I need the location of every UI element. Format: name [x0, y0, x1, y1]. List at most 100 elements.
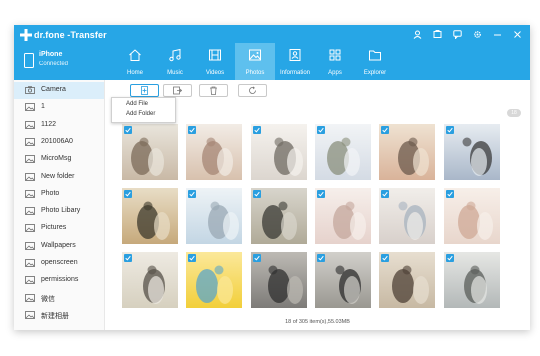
camera-icon: [25, 86, 35, 94]
tab-photos[interactable]: Photos: [235, 43, 275, 80]
folder-icon: [25, 224, 35, 233]
sidebar-item[interactable]: Pictures: [14, 220, 104, 237]
checkbox-checked-icon[interactable]: [252, 126, 261, 134]
sidebar-item-label: 201006A0: [41, 137, 73, 145]
checkbox-checked-icon[interactable]: [381, 190, 390, 198]
export-icon: [173, 86, 182, 95]
photo-thumbnail[interactable]: [379, 188, 436, 244]
photo-thumbnail[interactable]: [250, 124, 307, 180]
sidebar-item-label: Camera: [41, 86, 66, 93]
tab-home[interactable]: Home: [115, 43, 155, 80]
checkbox-checked-icon[interactable]: [188, 254, 197, 262]
tab-information[interactable]: Information: [275, 43, 315, 80]
refresh-button[interactable]: [238, 84, 267, 97]
sidebar-item[interactable]: 1: [14, 99, 104, 116]
checkbox-checked-icon[interactable]: [124, 190, 132, 198]
photo-thumbnail[interactable]: [379, 252, 436, 308]
photo-thumbnail[interactable]: [122, 252, 178, 308]
folder-icon: [25, 103, 35, 112]
sidebar-item[interactable]: New folder: [14, 169, 104, 186]
sidebar-item[interactable]: Photo Libary: [14, 203, 104, 220]
feedback-icon[interactable]: [453, 30, 462, 40]
sidebar-item[interactable]: MicroMsg: [14, 151, 104, 168]
photo-thumbnail[interactable]: [186, 252, 243, 308]
sidebar-item[interactable]: 1122: [14, 117, 104, 134]
photo-content: Add File Add Folder 18 18 of 305 item(s)…: [105, 80, 530, 330]
tab-videos[interactable]: Videos: [195, 43, 235, 80]
device-panel[interactable]: iPhone Connected: [14, 43, 104, 80]
delete-button[interactable]: [199, 84, 228, 97]
tab-music[interactable]: Music: [155, 43, 195, 80]
checkbox-checked-icon[interactable]: [445, 254, 454, 262]
photo-thumbnail[interactable]: [379, 124, 436, 180]
sidebar-item[interactable]: Wallpapers: [14, 238, 104, 255]
checkbox-checked-icon[interactable]: [124, 254, 132, 262]
add-folder-menu-item[interactable]: Add Folder: [126, 111, 155, 117]
add-icon: [141, 86, 148, 95]
folder-icon: [25, 310, 35, 319]
sidebar-item[interactable]: permissions: [14, 272, 104, 289]
add-file-menu-item[interactable]: Add File: [126, 101, 148, 107]
refresh-icon: [249, 86, 256, 94]
album-sidebar: Camera 1 1122 201006A0 MicroMsg New folder Pho…: [14, 80, 105, 330]
apps-icon: [329, 49, 341, 61]
videos-icon: [209, 49, 221, 61]
checkbox-checked-icon[interactable]: [188, 190, 197, 198]
cart-icon[interactable]: [433, 30, 442, 39]
photo-thumbnail[interactable]: [443, 188, 500, 244]
photo-thumbnail[interactable]: [122, 124, 178, 180]
photo-thumbnail[interactable]: [250, 188, 307, 244]
user-icon[interactable]: [413, 30, 422, 39]
sidebar-item-label: Photo: [41, 189, 60, 197]
photo-thumbnail[interactable]: [186, 188, 243, 244]
tab-label: Information: [279, 70, 310, 76]
top-bar: dr.fone -Transfer iPhone Connected Home …: [14, 25, 530, 80]
sidebar-item-label: Pictures: [41, 224, 67, 232]
checkbox-checked-icon[interactable]: [445, 190, 454, 198]
information-icon: [289, 49, 301, 61]
photo-thumbnail[interactable]: [443, 252, 500, 308]
tab-explorer[interactable]: Explorer: [355, 43, 395, 80]
sidebar-item-label: MicroMsg: [41, 155, 72, 163]
checkbox-checked-icon[interactable]: [188, 126, 197, 134]
sidebar-item[interactable]: Photo: [14, 186, 104, 203]
checkbox-checked-icon[interactable]: [252, 190, 261, 198]
photo-thumbnail[interactable]: [122, 188, 178, 244]
tab-label: Photos: [245, 70, 265, 76]
minimize-icon[interactable]: [493, 30, 502, 39]
sidebar-item[interactable]: Camera: [14, 82, 104, 99]
checkbox-checked-icon[interactable]: [381, 126, 390, 134]
checkbox-checked-icon[interactable]: [445, 126, 454, 134]
photo-thumbnail[interactable]: [314, 188, 371, 244]
checkbox-checked-icon[interactable]: [381, 254, 390, 262]
music-icon: [169, 48, 181, 62]
sidebar-item-label: 微信: [41, 295, 55, 303]
photo-thumbnail[interactable]: [186, 124, 243, 180]
sidebar-item-label: Photo Libary: [41, 207, 81, 215]
sidebar-item[interactable]: 新建相册: [14, 307, 104, 324]
tab-apps[interactable]: Apps: [315, 43, 355, 80]
device-name: iPhone: [39, 51, 63, 58]
photo-thumbnail[interactable]: [250, 252, 307, 308]
checkbox-checked-icon[interactable]: [252, 254, 261, 262]
sidebar-item[interactable]: 201006A0: [14, 134, 104, 151]
checkbox-checked-icon[interactable]: [124, 126, 132, 134]
app-title: dr.fone -Transfer: [34, 30, 107, 40]
folder-icon: [25, 207, 35, 215]
sidebar-item[interactable]: openscreen: [14, 255, 104, 272]
sidebar-item-label: 1: [41, 103, 45, 111]
checkbox-checked-icon[interactable]: [316, 126, 325, 134]
sidebar-item-label: openscreen: [41, 259, 78, 266]
checkbox-checked-icon[interactable]: [316, 254, 325, 262]
sidebar-item[interactable]: 微信: [14, 290, 104, 307]
settings-icon[interactable]: [473, 30, 482, 39]
export-button[interactable]: [163, 84, 192, 97]
checkbox-checked-icon[interactable]: [316, 190, 325, 198]
app-window: dr.fone -Transfer iPhone Connected Home …: [14, 25, 530, 330]
photo-thumbnail[interactable]: [314, 252, 371, 308]
photo-thumbnail[interactable]: [314, 124, 371, 180]
photo-thumbnail[interactable]: [443, 124, 500, 180]
trash-icon: [210, 86, 217, 95]
add-button[interactable]: [130, 84, 159, 97]
close-icon[interactable]: [513, 30, 522, 39]
